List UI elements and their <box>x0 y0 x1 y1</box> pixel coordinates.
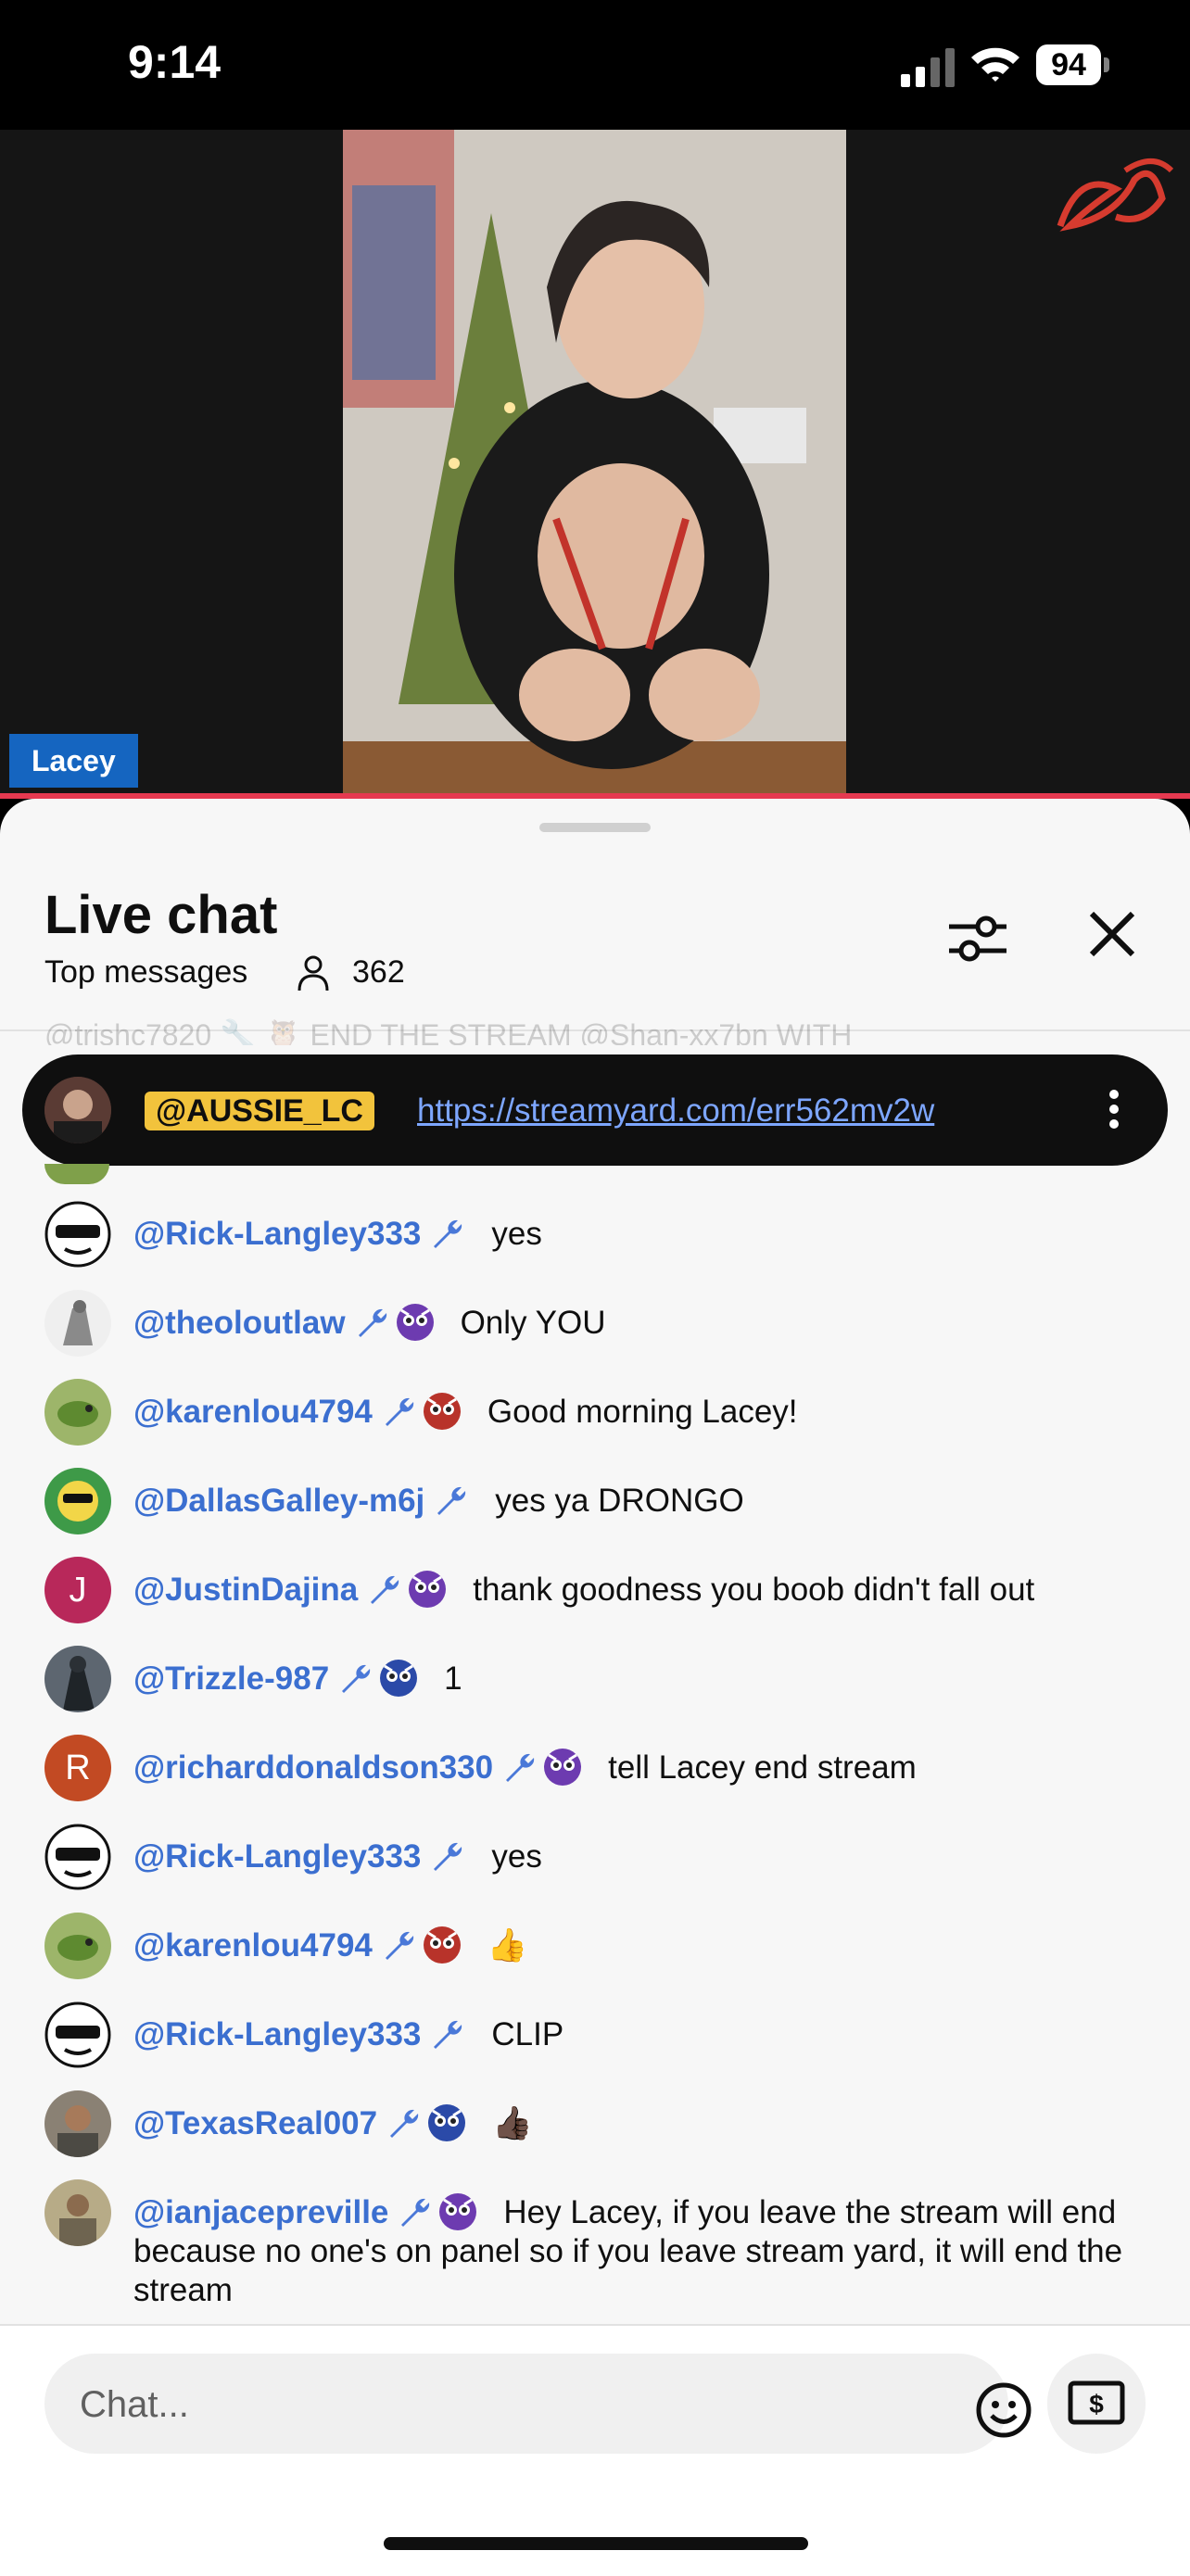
member-badge-icon <box>423 1926 461 1964</box>
avatar <box>44 2090 111 2157</box>
avatar <box>44 2179 111 2246</box>
member-badge-icon <box>396 1304 434 1341</box>
svg-text:$: $ <box>1089 2390 1104 2418</box>
scrolled-chat-line: @trishc7820 🔧 🦉 END THE STREAM @Shan-xx7… <box>44 1018 853 1045</box>
drag-handle[interactable] <box>539 823 651 832</box>
moderator-wrench-icon <box>385 1397 414 1426</box>
chat-mode-label[interactable]: Top messages <box>44 954 247 991</box>
avatar <box>44 1077 111 1143</box>
chat-text: yes ya DRONGO <box>495 1483 744 1519</box>
chat-author[interactable]: @TexasReal007 <box>133 2105 377 2141</box>
more-options-icon[interactable] <box>1107 1086 1121 1134</box>
member-badge-icon <box>439 2193 477 2230</box>
chat-input[interactable] <box>78 2376 897 2433</box>
moderator-wrench-icon <box>437 1486 466 1515</box>
moderator-wrench-icon <box>434 2020 462 2049</box>
filter-settings-icon[interactable] <box>945 906 1010 971</box>
channel-logo <box>1057 158 1174 232</box>
avatar: R <box>44 1735 111 1801</box>
avatar <box>44 1290 111 1357</box>
moderator-wrench-icon <box>506 1753 535 1782</box>
pinned-link[interactable]: https://streamyard.com/err562mv2w <box>417 1092 934 1130</box>
avatar: J <box>44 1557 111 1623</box>
chat-text: thank goodness you boob didn't fall out <box>473 1572 1035 1608</box>
battery-icon: 94 <box>1036 44 1112 85</box>
moderator-wrench-icon <box>385 1931 414 1960</box>
moderator-wrench-icon <box>342 1664 371 1693</box>
chat-author[interactable]: @richarddonaldson330 <box>133 1749 493 1786</box>
pinned-author-badge[interactable]: @AUSSIE_LC <box>145 1092 374 1130</box>
video-player[interactable]: Lacey <box>0 130 1190 795</box>
chat-author[interactable]: @Rick-Langley333 <box>133 1216 421 1252</box>
avatar <box>44 1468 111 1534</box>
status-time: 9:14 <box>128 36 222 88</box>
chat-text: Only YOU <box>460 1305 606 1341</box>
streamer-name-tag: Lacey <box>9 734 138 788</box>
chat-author[interactable]: @Trizzle-987 <box>133 1661 329 1697</box>
chat-text: 1 <box>444 1661 462 1697</box>
moderator-wrench-icon <box>434 1219 462 1248</box>
avatar <box>44 1646 111 1712</box>
viewer-count: 362 <box>352 954 405 990</box>
member-badge-icon <box>409 1571 447 1608</box>
person-icon <box>298 955 329 991</box>
video-frame <box>343 130 846 795</box>
chat-text: 👍 <box>487 1927 528 1964</box>
avatar <box>44 1824 111 1890</box>
moderator-wrench-icon <box>358 1308 386 1337</box>
avatar-initial: R <box>44 1735 111 1801</box>
chat-author[interactable]: @Rick-Langley333 <box>133 1838 421 1875</box>
wifi-icon <box>971 47 1019 82</box>
chat-text: 👍🏿 <box>492 2105 533 2141</box>
pinned-message[interactable]: @AUSSIE_LC https://streamyard.com/err562… <box>22 1054 1168 1166</box>
partially-hidden-avatar <box>44 1164 109 1184</box>
home-indicator[interactable] <box>384 2537 808 2550</box>
moderator-wrench-icon <box>390 2109 419 2138</box>
chat-author[interactable]: @JustinDajina <box>133 1572 358 1608</box>
chat-input-container[interactable] <box>44 2354 1032 2454</box>
avatar <box>44 1913 111 1979</box>
member-badge-icon <box>423 1393 461 1430</box>
member-badge-icon <box>428 2104 466 2141</box>
chat-author[interactable]: @ianjacepreville <box>133 2194 388 2230</box>
avatar <box>44 1201 111 1268</box>
member-badge-icon <box>544 1749 582 1786</box>
moderator-wrench-icon <box>371 1575 399 1604</box>
moderator-wrench-icon <box>401 2198 430 2227</box>
chat-text: yes <box>491 1838 542 1875</box>
chat-text: yes <box>491 1216 542 1252</box>
battery-level: 94 <box>1036 44 1101 85</box>
chat-author[interactable]: @DallasGalley-m6j <box>133 1483 424 1519</box>
chat-author[interactable]: @karenlou4794 <box>133 1394 373 1430</box>
chat-text: tell Lacey end stream <box>608 1749 917 1786</box>
avatar <box>44 2001 111 2068</box>
emoji-icon[interactable] <box>975 2381 1032 2439</box>
cellular-signal-icon <box>901 48 955 87</box>
chat-text: CLIP <box>491 2016 564 2052</box>
avatar-initial: J <box>44 1557 111 1623</box>
status-bar: 9:14 94 <box>0 0 1190 130</box>
chat-author[interactable]: @Rick-Langley333 <box>133 2016 421 2052</box>
chat-text: Good morning Lacey! <box>487 1394 798 1430</box>
stream-video-image <box>343 130 846 795</box>
close-icon[interactable] <box>1084 906 1140 962</box>
chat-author[interactable]: @karenlou4794 <box>133 1927 373 1964</box>
dollar-bill-icon: $ <box>1068 2380 1125 2425</box>
super-chat-button[interactable]: $ <box>1047 2354 1146 2454</box>
moderator-wrench-icon <box>434 1842 462 1871</box>
chat-author[interactable]: @theoloutlaw <box>133 1305 346 1341</box>
chat-title: Live chat <box>44 885 278 945</box>
member-badge-icon <box>380 1660 418 1697</box>
avatar <box>44 1379 111 1446</box>
